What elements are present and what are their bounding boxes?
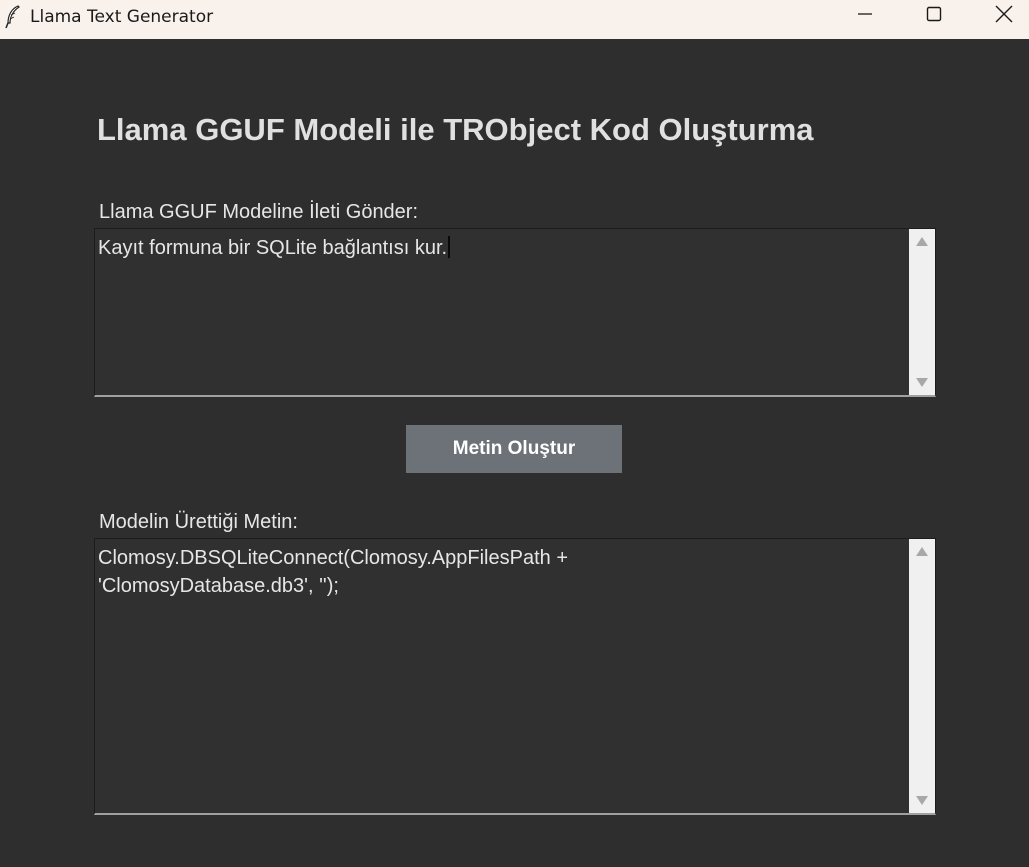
minimize-button[interactable]	[830, 0, 900, 33]
scroll-down-arrow-icon[interactable]	[916, 378, 928, 387]
prompt-text: Kayıt formuna bir SQLite bağlantısı kur.	[98, 237, 448, 259]
close-icon	[995, 5, 1013, 28]
prompt-textarea[interactable]: Kayıt formuna bir SQLite bağlantısı kur.	[94, 228, 936, 397]
feather-icon	[5, 5, 21, 29]
title-bar[interactable]: Llama Text Generator	[0, 0, 1029, 39]
text-cursor	[448, 236, 451, 258]
scroll-up-arrow-icon[interactable]	[916, 547, 928, 556]
prompt-label: Llama GGUF Modeline İleti Gönder:	[99, 201, 419, 223]
maximize-icon	[926, 6, 942, 27]
app-window: Llama Text Generator Llama GGUF Modeli i…	[0, 0, 1029, 867]
page-title: Llama GGUF Modeli ile TRObject Kod Oluşt…	[97, 112, 814, 147]
scroll-up-arrow-icon[interactable]	[916, 237, 928, 246]
prompt-scrollbar[interactable]	[909, 229, 935, 395]
generate-text-button[interactable]: Metin Oluştur	[406, 425, 622, 473]
output-label: Modelin Ürettiği Metin:	[99, 511, 298, 533]
output-textarea[interactable]: Clomosy.DBSQLiteConnect(Clomosy.AppFiles…	[94, 538, 936, 815]
output-scrollbar[interactable]	[909, 539, 935, 813]
minimize-icon	[857, 6, 873, 27]
maximize-button[interactable]	[899, 0, 969, 33]
close-button[interactable]	[969, 0, 1029, 33]
window-title: Llama Text Generator	[30, 7, 214, 27]
scroll-down-arrow-icon[interactable]	[916, 796, 928, 805]
output-text: Clomosy.DBSQLiteConnect(Clomosy.AppFiles…	[98, 547, 568, 597]
